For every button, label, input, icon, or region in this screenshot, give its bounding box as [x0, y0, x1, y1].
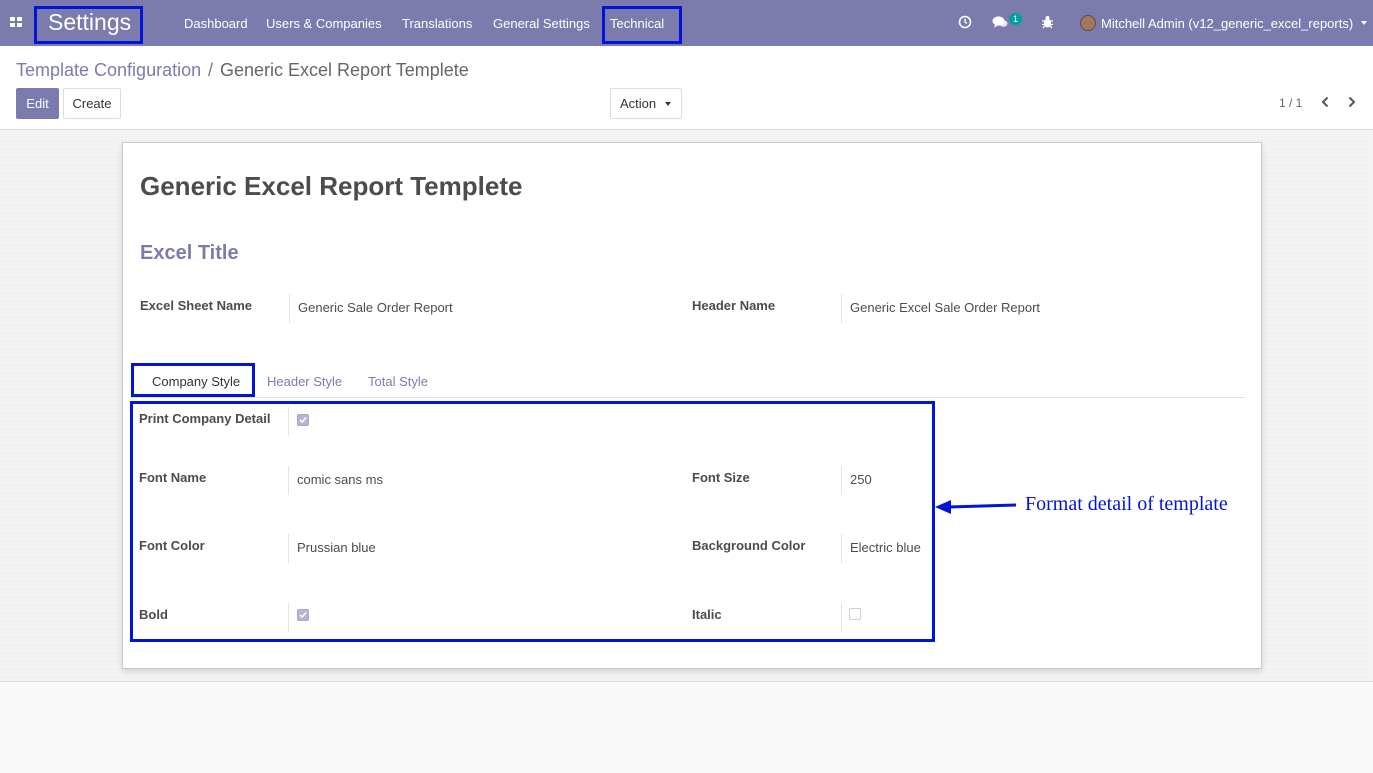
tabs-divider: [131, 397, 1245, 398]
field-divider: [288, 466, 289, 495]
user-avatar[interactable]: [1080, 15, 1096, 31]
activity-clock-icon[interactable]: [958, 15, 972, 32]
header-name-label: Header Name: [692, 298, 776, 313]
menu-users-companies[interactable]: Users & Companies: [266, 16, 382, 31]
tab-company-style[interactable]: Company Style: [152, 374, 240, 389]
top-navbar: Settings Dashboard Users & Companies Tra…: [0, 0, 1373, 46]
sheet-name-label: Excel Sheet Name: [140, 298, 253, 313]
header-name-value: Generic Excel Sale Order Report: [850, 300, 1041, 315]
create-button[interactable]: Create: [63, 88, 121, 119]
bold-checkbox[interactable]: [297, 609, 309, 621]
field-divider: [841, 466, 842, 495]
field-divider: [841, 534, 842, 563]
format-detail-highlight-box: [130, 401, 935, 642]
annotation-arrow-icon: [935, 500, 1017, 514]
font-name-value: comic sans ms: [297, 472, 383, 487]
messages-chat-icon[interactable]: [992, 15, 1008, 32]
breadcrumb-current: Generic Excel Report Templete: [220, 60, 469, 80]
pager-value: 1 / 1: [1279, 96, 1303, 110]
menu-general-settings[interactable]: General Settings: [493, 16, 590, 31]
breadcrumb-parent-link[interactable]: Template Configuration: [16, 60, 201, 81]
annotation-label: Format detail of template: [1025, 493, 1228, 515]
font-size-label: Font Size: [692, 470, 750, 485]
italic-checkbox[interactable]: [849, 608, 861, 620]
sheet-name-value: Generic Sale Order Report: [298, 300, 453, 315]
edit-button[interactable]: Edit: [16, 88, 59, 119]
pager-previous-icon[interactable]: [1320, 96, 1330, 108]
menu-translations[interactable]: Translations: [402, 16, 472, 31]
breadcrumb-separator: /: [208, 60, 214, 80]
apps-menu-icon[interactable]: [10, 17, 22, 28]
record-title: Generic Excel Report Templete: [140, 171, 523, 201]
field-divider: [288, 534, 289, 563]
bold-label: Bold: [139, 607, 168, 622]
italic-label: Italic: [692, 607, 722, 622]
app-brand-title[interactable]: Settings: [48, 9, 131, 36]
menu-technical[interactable]: Technical: [610, 16, 664, 31]
messages-count-badge: 1: [1009, 13, 1023, 25]
font-color-label: Font Color: [139, 538, 205, 553]
font-size-value: 250: [850, 472, 872, 487]
print-company-detail-label: Print Company Detail: [139, 411, 271, 426]
control-panel: Template Configuration / Generic Excel R…: [0, 46, 1373, 130]
action-caret-icon: [665, 102, 671, 106]
user-menu-caret-icon[interactable]: [1361, 21, 1367, 25]
tab-total-style[interactable]: Total Style: [368, 374, 428, 389]
section-title: Excel Title: [140, 242, 239, 264]
print-company-detail-checkbox[interactable]: [297, 414, 309, 426]
field-divider: [288, 603, 289, 632]
field-divider: [841, 294, 842, 323]
debug-bug-icon[interactable]: [1041, 15, 1054, 32]
field-divider: [841, 603, 842, 632]
background-color-value: Electric blue: [850, 540, 921, 555]
action-dropdown-button[interactable]: Action: [610, 88, 682, 119]
background-color-label: Background Color: [692, 538, 806, 553]
font-name-label: Font Name: [139, 470, 207, 485]
user-menu-name[interactable]: Mitchell Admin (v12_generic_excel_report…: [1101, 16, 1353, 31]
font-color-value: Prussian blue: [297, 540, 376, 555]
field-divider: [289, 294, 290, 323]
menu-dashboard[interactable]: Dashboard: [184, 16, 248, 31]
tab-header-style[interactable]: Header Style: [267, 374, 342, 389]
pager-next-icon[interactable]: [1347, 96, 1357, 108]
field-divider: [288, 407, 289, 436]
